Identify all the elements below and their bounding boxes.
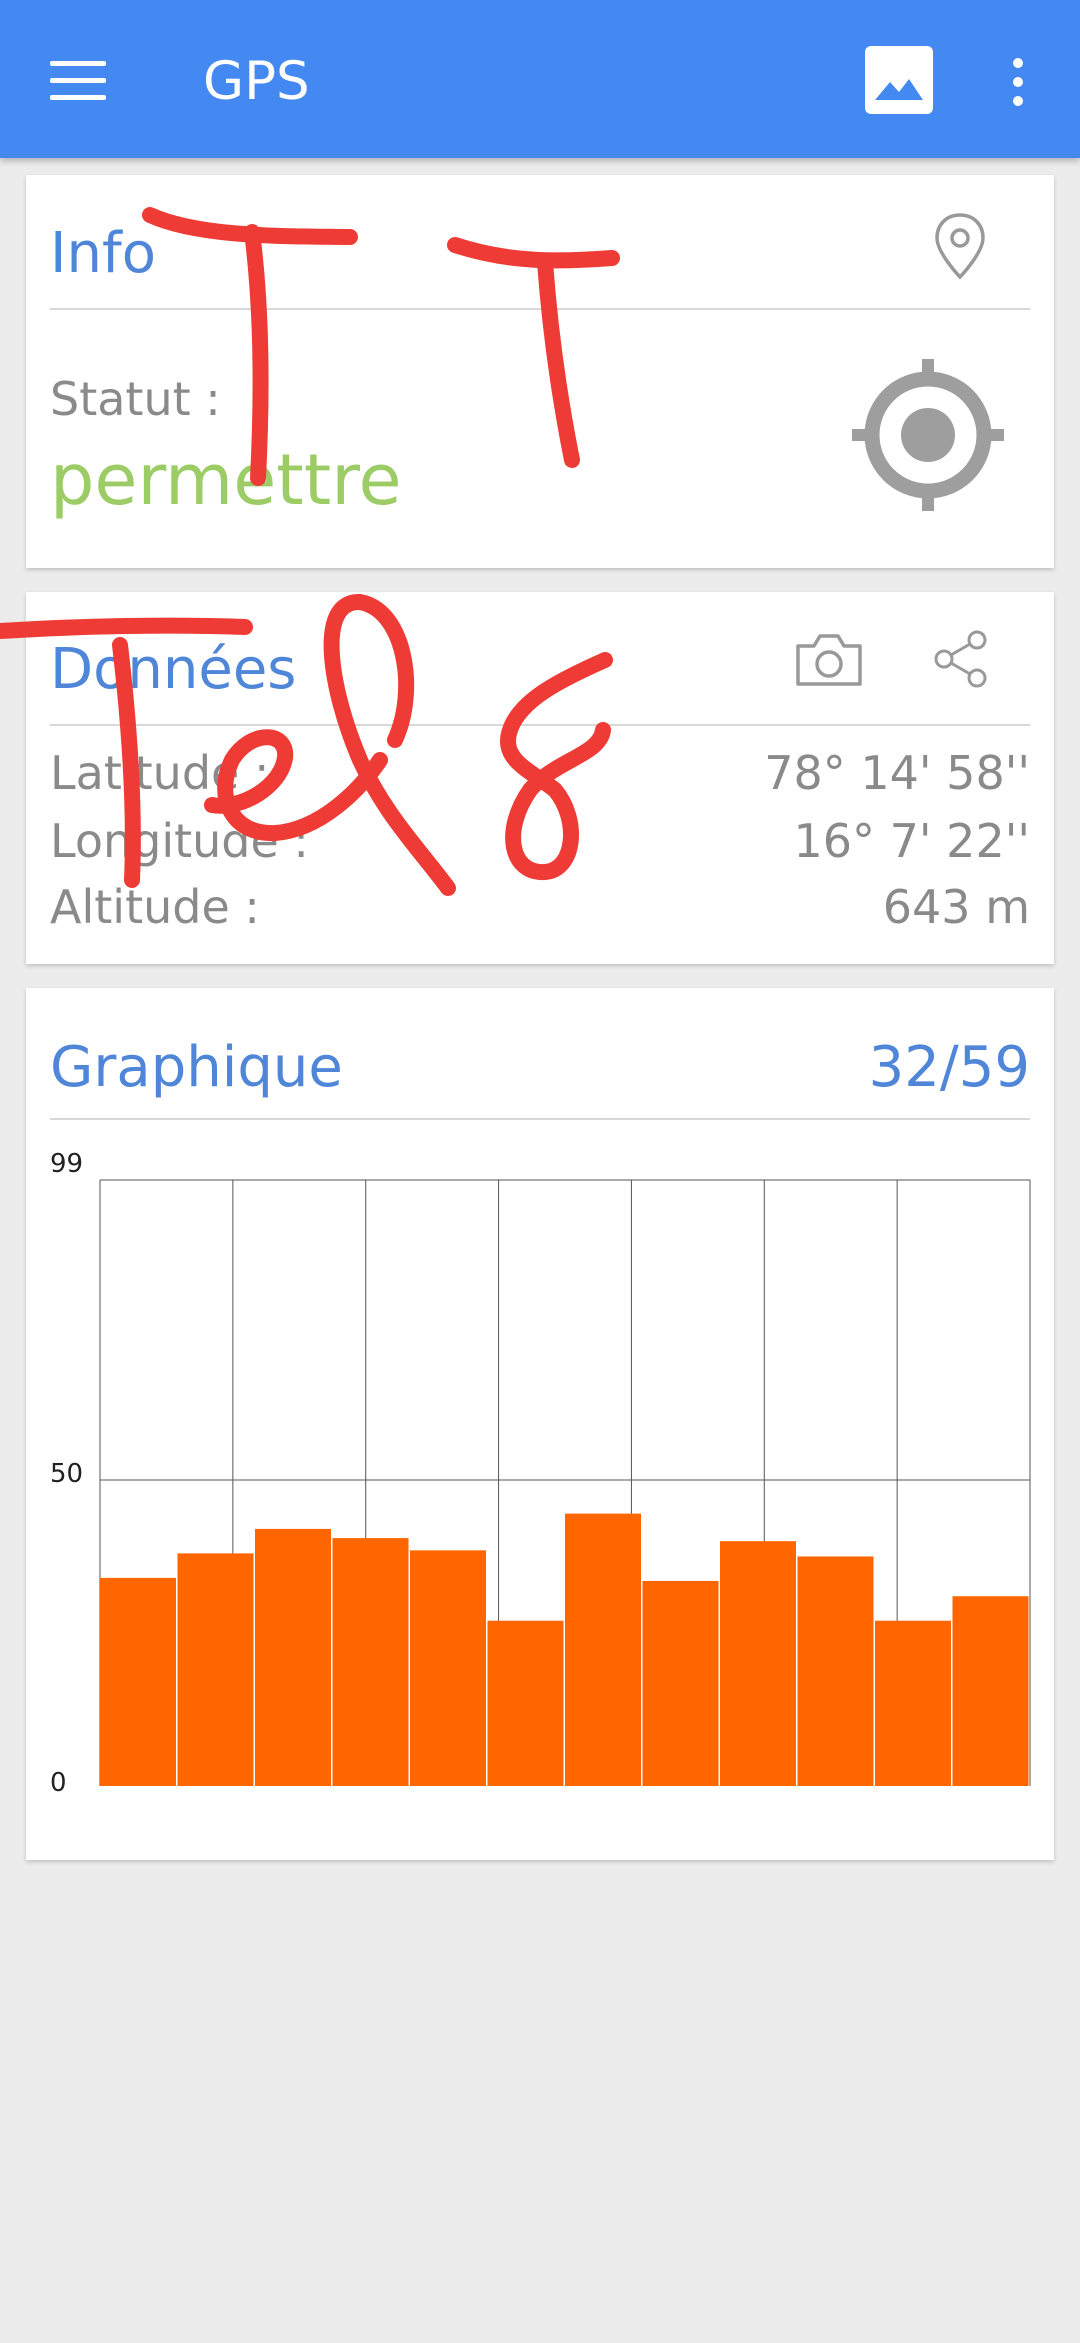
data-divider xyxy=(50,724,1030,726)
data-title: Données xyxy=(50,637,297,702)
latitude-label: Latitude : xyxy=(50,746,270,800)
status-value: permettre xyxy=(50,439,402,521)
data-card: Données Latitude : 78° 14' 58'' Longitud… xyxy=(26,592,1054,964)
chart-card: Graphique 32/59 99 50 0 xyxy=(26,988,1054,1860)
info-title: Info xyxy=(50,221,156,286)
app-title: GPS xyxy=(203,51,310,112)
chart-bar xyxy=(100,1577,176,1786)
info-divider xyxy=(50,308,1030,310)
longitude-label: Longitude : xyxy=(50,814,309,868)
altitude-value: 643 m xyxy=(882,880,1030,934)
share-icon[interactable] xyxy=(930,628,992,690)
chart-bar xyxy=(410,1550,486,1786)
info-card: Info Statut : permettre xyxy=(26,175,1054,568)
bar-chart xyxy=(99,1179,1031,1786)
chart-bar xyxy=(875,1620,951,1786)
chart-bar xyxy=(332,1538,409,1786)
app-bar: GPS xyxy=(0,0,1080,158)
image-icon[interactable] xyxy=(865,46,933,114)
more-vert-icon[interactable] xyxy=(1000,54,1036,110)
status-label: Statut : xyxy=(50,372,221,426)
latitude-value: 78° 14' 58'' xyxy=(764,746,1030,800)
chart-bar xyxy=(797,1556,874,1786)
chart-bar xyxy=(177,1553,254,1786)
gps-target-icon[interactable] xyxy=(852,359,1004,511)
chart-bar xyxy=(642,1580,719,1786)
chart-bar xyxy=(565,1513,641,1786)
chart-bar xyxy=(952,1596,1029,1786)
longitude-value: 16° 7' 22'' xyxy=(793,814,1030,868)
altitude-label: Altitude : xyxy=(50,880,260,934)
menu-icon[interactable] xyxy=(50,61,106,101)
camera-icon[interactable] xyxy=(794,632,864,688)
chart-bar xyxy=(487,1620,564,1786)
chart-bar xyxy=(255,1528,331,1786)
chart-bar xyxy=(720,1541,796,1786)
location-pin-icon[interactable] xyxy=(932,211,988,283)
